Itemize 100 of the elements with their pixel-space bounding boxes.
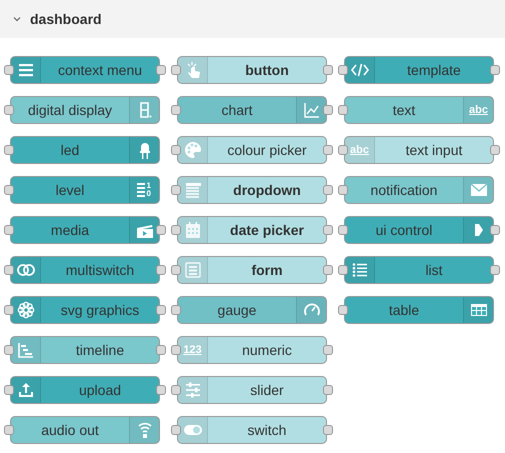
input-port[interactable] — [4, 225, 14, 235]
palette-node[interactable]: chart — [177, 96, 327, 124]
node-label: media — [50, 220, 90, 240]
output-port[interactable] — [156, 345, 166, 355]
input-port[interactable] — [4, 425, 14, 435]
input-port[interactable] — [4, 385, 14, 395]
output-port[interactable] — [323, 425, 333, 435]
input-port[interactable] — [4, 145, 14, 155]
palette-node[interactable]: dropdown — [177, 176, 327, 204]
flower-icon — [16, 300, 36, 320]
palette-node[interactable]: notification — [344, 176, 494, 204]
palette-node[interactable]: digital display — [10, 96, 160, 124]
input-port[interactable] — [338, 65, 348, 75]
node-label: svg graphics — [60, 300, 140, 320]
output-port[interactable] — [323, 185, 333, 195]
input-port[interactable] — [4, 185, 14, 195]
line-chart-icon — [302, 100, 322, 120]
palette-node[interactable]: colour picker — [177, 136, 327, 164]
input-port[interactable] — [171, 385, 181, 395]
palette-node[interactable]: upload — [10, 376, 160, 404]
input-port[interactable] — [171, 145, 181, 155]
node-label: notification — [370, 180, 438, 200]
input-port[interactable] — [171, 105, 181, 115]
input-port[interactable] — [171, 265, 181, 275]
output-port[interactable] — [156, 305, 166, 315]
palette-node[interactable]: 123 numeric — [177, 336, 327, 364]
node-label: context menu — [56, 60, 144, 80]
output-port[interactable] — [490, 265, 500, 275]
input-port[interactable] — [338, 105, 348, 115]
output-port[interactable] — [323, 65, 333, 75]
node-label: table — [388, 300, 420, 320]
palette-node[interactable]: text abc — [344, 96, 494, 124]
palette-node[interactable]: multiswitch — [10, 256, 160, 284]
input-port[interactable] — [338, 305, 348, 315]
palette-node[interactable]: form — [177, 256, 327, 284]
node-label: form — [250, 260, 284, 280]
output-port[interactable] — [323, 265, 333, 275]
category-title[interactable]: dashboard — [30, 8, 102, 30]
input-port[interactable] — [171, 65, 181, 75]
palette-node[interactable]: level 1 0 — [10, 176, 160, 204]
node-label: list — [424, 260, 444, 280]
output-port[interactable] — [156, 265, 166, 275]
input-port[interactable] — [4, 65, 14, 75]
input-port[interactable] — [338, 145, 348, 155]
output-port[interactable] — [323, 105, 333, 115]
palette-node[interactable]: svg graphics — [10, 296, 160, 324]
input-port[interactable] — [171, 425, 181, 435]
node-label: date picker — [229, 220, 305, 240]
node-label: chart — [220, 100, 254, 120]
input-port[interactable] — [4, 265, 14, 275]
node-label: text — [392, 100, 416, 120]
palette-node[interactable]: media — [10, 216, 160, 244]
node-label: audio out — [40, 420, 100, 440]
palette-node[interactable]: timeline — [10, 336, 160, 364]
output-port[interactable] — [156, 225, 166, 235]
palette-node[interactable]: gauge — [177, 296, 327, 324]
palette-node[interactable]: led — [10, 136, 160, 164]
node-label: multiswitch — [64, 260, 136, 280]
icon-label: abc — [350, 144, 369, 156]
level-icon — [134, 180, 146, 200]
input-port[interactable] — [171, 305, 181, 315]
input-port[interactable] — [171, 345, 181, 355]
node-label: colour picker — [226, 140, 308, 160]
output-port[interactable] — [156, 65, 166, 75]
palette-node[interactable]: context menu — [10, 56, 160, 84]
node-label: level — [54, 180, 86, 200]
input-port[interactable] — [171, 185, 181, 195]
output-port[interactable] — [323, 225, 333, 235]
chevron-icon[interactable] — [12, 14, 22, 24]
output-port[interactable] — [156, 385, 166, 395]
palette-node[interactable]: abc text input — [344, 136, 494, 164]
output-port[interactable] — [323, 345, 333, 355]
node-label: gauge — [216, 300, 258, 320]
output-port[interactable] — [490, 225, 500, 235]
palette-node[interactable]: date picker — [177, 216, 327, 244]
input-port[interactable] — [338, 185, 348, 195]
node-label: led — [60, 140, 80, 160]
node-label: dropdown — [232, 180, 302, 200]
palette-node[interactable]: slider — [177, 376, 327, 404]
node-label: switch — [246, 420, 288, 440]
palette-node[interactable]: list — [344, 256, 494, 284]
input-port[interactable] — [338, 265, 348, 275]
output-port[interactable] — [323, 145, 333, 155]
palette-node[interactable]: button — [177, 56, 327, 84]
palette-node[interactable]: table — [344, 296, 494, 324]
output-port[interactable] — [490, 145, 500, 155]
input-port[interactable] — [171, 225, 181, 235]
form-icon — [182, 260, 202, 280]
palette-node[interactable]: switch — [177, 416, 327, 444]
output-port[interactable] — [490, 65, 500, 75]
palette-node[interactable]: template — [344, 56, 494, 84]
input-port[interactable] — [4, 105, 14, 115]
node-label: button — [244, 60, 290, 80]
input-port[interactable] — [4, 345, 14, 355]
node-label: digital display — [26, 100, 114, 120]
palette-node[interactable]: audio out — [10, 416, 160, 444]
input-port[interactable] — [338, 225, 348, 235]
output-port[interactable] — [323, 385, 333, 395]
palette-node[interactable]: ui control — [344, 216, 494, 244]
input-port[interactable] — [4, 305, 14, 315]
